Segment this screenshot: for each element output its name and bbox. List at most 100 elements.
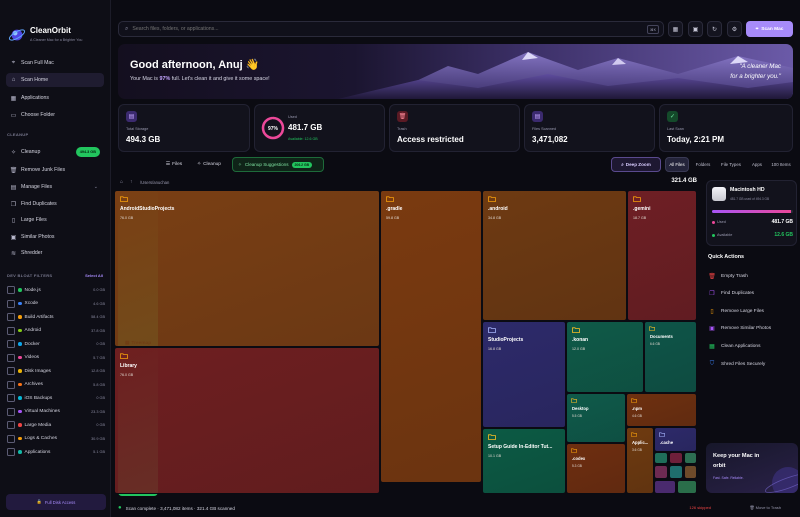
quick-action-item[interactable]: ⛉ Shred Files Securely [708,358,796,370]
bloat-filter-row[interactable]: Logs & Caches 30.9 GB [7,433,105,445]
nav-scan-full-mac[interactable]: ⌖ Scan Full Mac [6,56,104,70]
scan-mac-button[interactable]: ⌖ Scan Mac [746,21,793,37]
checkbox[interactable] [7,340,15,348]
filter-item-count[interactable]: 100 Items [767,157,795,172]
filter-all-files[interactable]: All Files [665,157,689,172]
treemap-tile[interactable]: Setup Guide In-Editor Tut... 10.1 GB [482,428,566,494]
checkbox[interactable] [7,353,15,362]
nav-cleanup[interactable]: ✧ Cleanup 494.3 GB [6,145,104,159]
treemap-tile[interactable]: Library 76.0 GB [114,347,380,494]
checkbox[interactable] [7,421,15,429]
tile-size: 6.6 GB [650,342,660,346]
bloat-filter-row[interactable]: Node.js 0.0 GB [7,284,105,296]
checkbox[interactable] [7,286,15,294]
refresh-button[interactable]: ↻ [707,21,722,37]
quick-action-item[interactable]: 🗑 Empty Trash [708,270,796,282]
treemap-tile-small[interactable] [684,452,697,464]
bloat-filter-row[interactable]: Docker 0 GB [7,338,105,350]
select-all-link[interactable]: Select All [85,273,103,278]
deep-zoom-button[interactable]: ⌕ Deep Zoom [611,157,661,172]
grid-view-button[interactable]: ▦ [668,21,683,37]
nav-similar-photos[interactable]: ▣ Similar Photos [6,230,104,244]
trash-icon: 🗑 [397,111,408,122]
settings-button[interactable]: ⚙ [727,21,742,37]
checkbox[interactable] [7,299,15,308]
checkbox[interactable] [7,394,15,402]
bloat-filter-row[interactable]: Virtual Machines 23.3 GB [7,406,105,418]
treemap-tile-small[interactable] [669,465,683,479]
quick-action-item[interactable]: ▯ Remove Large Files [708,305,796,317]
bloat-filter-row[interactable]: Videos 5.7 GB [7,352,105,364]
bloat-filter-row[interactable]: Android 37.8 GB [7,325,105,337]
nav-applications[interactable]: ▦ Applications [6,91,104,105]
checkbox[interactable] [7,367,15,375]
filter-file-types[interactable]: File Types [716,157,746,172]
tab-files[interactable]: ☰ Files [161,157,187,172]
checkbox[interactable] [7,448,15,456]
quick-action-label: Empty Trash [721,273,748,279]
full-disk-access-button[interactable]: 🔒 Full Disk Access [6,494,106,510]
search-input[interactable] [132,26,613,32]
cleanup-suggestions-button[interactable]: ✧ Cleanup Suggestions 206.2 GB [232,157,324,172]
arrow-up-icon[interactable]: ↑ [130,179,133,185]
bloat-filter-row[interactable]: Build Artifacts 58.4 GB [7,311,105,323]
home-icon[interactable]: ⌂ [120,179,123,185]
hard-drive-icon [712,187,726,201]
quick-action-item[interactable]: ❐ Find Duplicates [708,288,796,300]
treemap-tile-small[interactable] [677,480,697,494]
bloat-filter-row[interactable]: iOS Backups 0 GB [7,392,105,404]
treemap-tile[interactable]: .npm 4.6 GB [626,393,697,427]
treemap-tile[interactable]: .gradle 59.8 GB [380,190,482,483]
chevron-down-icon[interactable]: ⌄ [94,184,98,190]
checkbox[interactable] [7,326,15,335]
skipped-count[interactable]: 126 skipped [689,505,711,510]
search-bar[interactable]: ⌕ ⌘K [118,21,664,37]
treemap-tile[interactable]: StudioProjects 16.8 GB [482,321,566,428]
treemap-tile[interactable]: Desktop 5.5 GB [566,393,626,443]
nav-find-duplicates[interactable]: ❐ Find Duplicates [6,197,104,211]
nav-choose-folder[interactable]: ▭ Choose Folder [6,108,104,122]
bloat-filter-row[interactable]: Archives 5.8 GB [7,379,105,391]
quick-action-item[interactable]: ▣ Remove Similar Photos [708,323,796,335]
treemap-tile-small[interactable] [654,480,676,494]
treemap-tile-small[interactable] [654,465,668,479]
treemap-tile[interactable]: AndroidStudioProjects 76.0 GB [114,190,380,347]
checkbox[interactable] [7,407,15,416]
bloat-filter-row[interactable]: Applications 5.1 GB [7,446,105,458]
nav-remove-junk[interactable]: 🗑 Remove Junk Files [6,163,104,177]
treemap-tile[interactable]: .konan 12.0 GB [566,321,644,393]
checkbox[interactable] [7,380,15,389]
nav-manage-files[interactable]: ▤ Manage Files ⌄ [6,180,104,194]
folder-icon [631,398,637,403]
bloat-filter-label: Android [24,328,42,333]
nav-large-files[interactable]: ▯ Large Files [6,213,104,227]
disk-used-row: Used 481.7 GB [712,219,793,225]
filter-apps[interactable]: Apps [748,157,766,172]
treemap-tile-small[interactable] [669,452,683,464]
image-button[interactable]: ▣ [688,21,703,37]
nav-scan-home[interactable]: ⌂ Scan Home [6,73,104,87]
treemap-tile[interactable]: .cache [654,427,697,452]
bloat-filter-row[interactable]: Xcode 4.6 GB [7,298,105,310]
treemap-tile[interactable]: .android 34.8 GB [482,190,627,321]
bloat-filter-row[interactable]: Large Media 0 GB [7,419,105,431]
tab-cleanup[interactable]: ✧ Cleanup [191,157,227,172]
promo-card[interactable]: Keep your Mac in orbit Fast. Safe. Relia… [706,443,798,493]
checkbox[interactable] [7,313,15,321]
nav-shredder[interactable]: ≋ Shredder [6,246,104,260]
duplicate-icon: ❐ [10,201,17,208]
treemap-tile-small[interactable] [684,465,697,479]
filter-folders[interactable]: Folders [691,157,715,172]
treemap-tile[interactable]: .codex 5.3 GB [566,443,626,494]
treemap-tile[interactable]: Applic... 3.6 GB [626,427,654,494]
bloat-filter-row[interactable]: Disk Images 12.8 GB [7,365,105,377]
breadcrumb-path[interactable]: /Users/anuchan [140,180,169,185]
treemap-tile[interactable]: .gemini 18.7 GB [627,190,697,321]
checkbox[interactable] [7,434,15,443]
treemap-tile-small[interactable] [654,452,668,464]
folder-icon: ▭ [10,112,17,119]
move-to-trash-button[interactable]: 🗑 Move to Trash [749,505,781,510]
move-label: Move to Trash [755,505,781,510]
treemap-tile[interactable]: Documents 6.6 GB [644,321,697,393]
quick-action-item[interactable]: ▦ Clean Applications [708,340,796,352]
